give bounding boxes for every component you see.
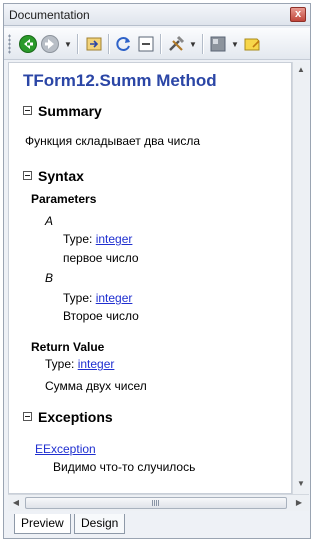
collapse-icon[interactable] [136, 34, 156, 54]
syntax-heading: Syntax [38, 168, 84, 184]
view-tabs: Preview Design [4, 512, 310, 538]
toolbar-separator [202, 34, 203, 54]
exceptions-section-header[interactable]: Exceptions [23, 409, 113, 425]
toolbar-separator [77, 34, 78, 54]
window-title: Documentation [9, 8, 90, 22]
return-value-label: Return Value [31, 340, 105, 354]
vertical-scrollbar[interactable]: ▲ ▼ [292, 62, 309, 494]
param-description: первое число [63, 251, 139, 265]
syntax-section-header[interactable]: Syntax [23, 168, 84, 184]
summary-text: Функция складывает два числа [25, 134, 200, 148]
param-name: B [45, 271, 54, 285]
tools-dropdown-icon[interactable]: ▼ [189, 40, 197, 49]
view-dropdown-icon[interactable]: ▼ [231, 40, 239, 49]
navigate-icon[interactable] [84, 34, 104, 54]
exceptions-heading: Exceptions [38, 409, 113, 425]
exception-link[interactable]: EException [35, 442, 96, 456]
param-description: Второе число [63, 309, 139, 323]
tools-icon[interactable] [166, 34, 186, 54]
page-title: TForm12.Summ Method [23, 71, 217, 90]
history-dropdown-icon[interactable]: ▼ [64, 40, 72, 49]
back-icon[interactable] [18, 34, 38, 54]
toolbar-separator [160, 34, 161, 54]
note-icon[interactable] [242, 34, 262, 54]
forward-icon[interactable] [40, 34, 60, 54]
view-icon[interactable] [208, 34, 228, 54]
close-icon: x [294, 8, 302, 20]
refresh-icon[interactable] [114, 34, 134, 54]
return-description: Сумма двух чисел [45, 379, 147, 393]
scroll-left-icon[interactable]: ◀ [8, 495, 24, 511]
documentation-content: TForm12.Summ Method Summary Функция скла… [8, 62, 292, 494]
summary-section-header[interactable]: Summary [23, 103, 102, 119]
documentation-panel: Documentation x ▼ ▼ ▼ TForm12.Summ Metho… [3, 3, 311, 539]
collapse-toggle-icon[interactable] [23, 171, 32, 180]
toolbar: ▼ ▼ ▼ [4, 28, 310, 60]
param-type-row: Type: integer [63, 232, 132, 246]
parameters-label: Parameters [31, 192, 97, 206]
exception-description: Видимо что-то случилось [53, 460, 196, 474]
param-type-label: Type: [63, 232, 93, 246]
param-type-row: Type: integer [63, 291, 132, 305]
tab-preview[interactable]: Preview [14, 514, 71, 534]
collapse-toggle-icon[interactable] [23, 106, 32, 115]
toolbar-grip[interactable] [8, 34, 11, 54]
param-type-label: Type: [63, 291, 93, 305]
horizontal-scrollbar[interactable]: ◀ ▶ [8, 494, 309, 511]
summary-heading: Summary [38, 103, 102, 119]
collapse-toggle-icon[interactable] [23, 412, 32, 421]
toolbar-separator [108, 34, 109, 54]
param-name: A [45, 214, 54, 228]
tab-design[interactable]: Design [74, 514, 126, 534]
return-type-label: Type: [45, 357, 75, 371]
horizontal-scroll-thumb[interactable] [25, 497, 287, 509]
scroll-right-icon[interactable]: ▶ [291, 495, 307, 511]
scroll-up-icon[interactable]: ▲ [293, 62, 309, 78]
param-type-link[interactable]: integer [96, 291, 133, 305]
return-type-link[interactable]: integer [78, 357, 115, 371]
return-type-row: Type: integer [45, 357, 114, 371]
param-type-link[interactable]: integer [96, 232, 133, 246]
title-bar: Documentation x [4, 4, 310, 26]
close-button[interactable]: x [290, 7, 306, 22]
scroll-down-icon[interactable]: ▼ [293, 476, 309, 492]
